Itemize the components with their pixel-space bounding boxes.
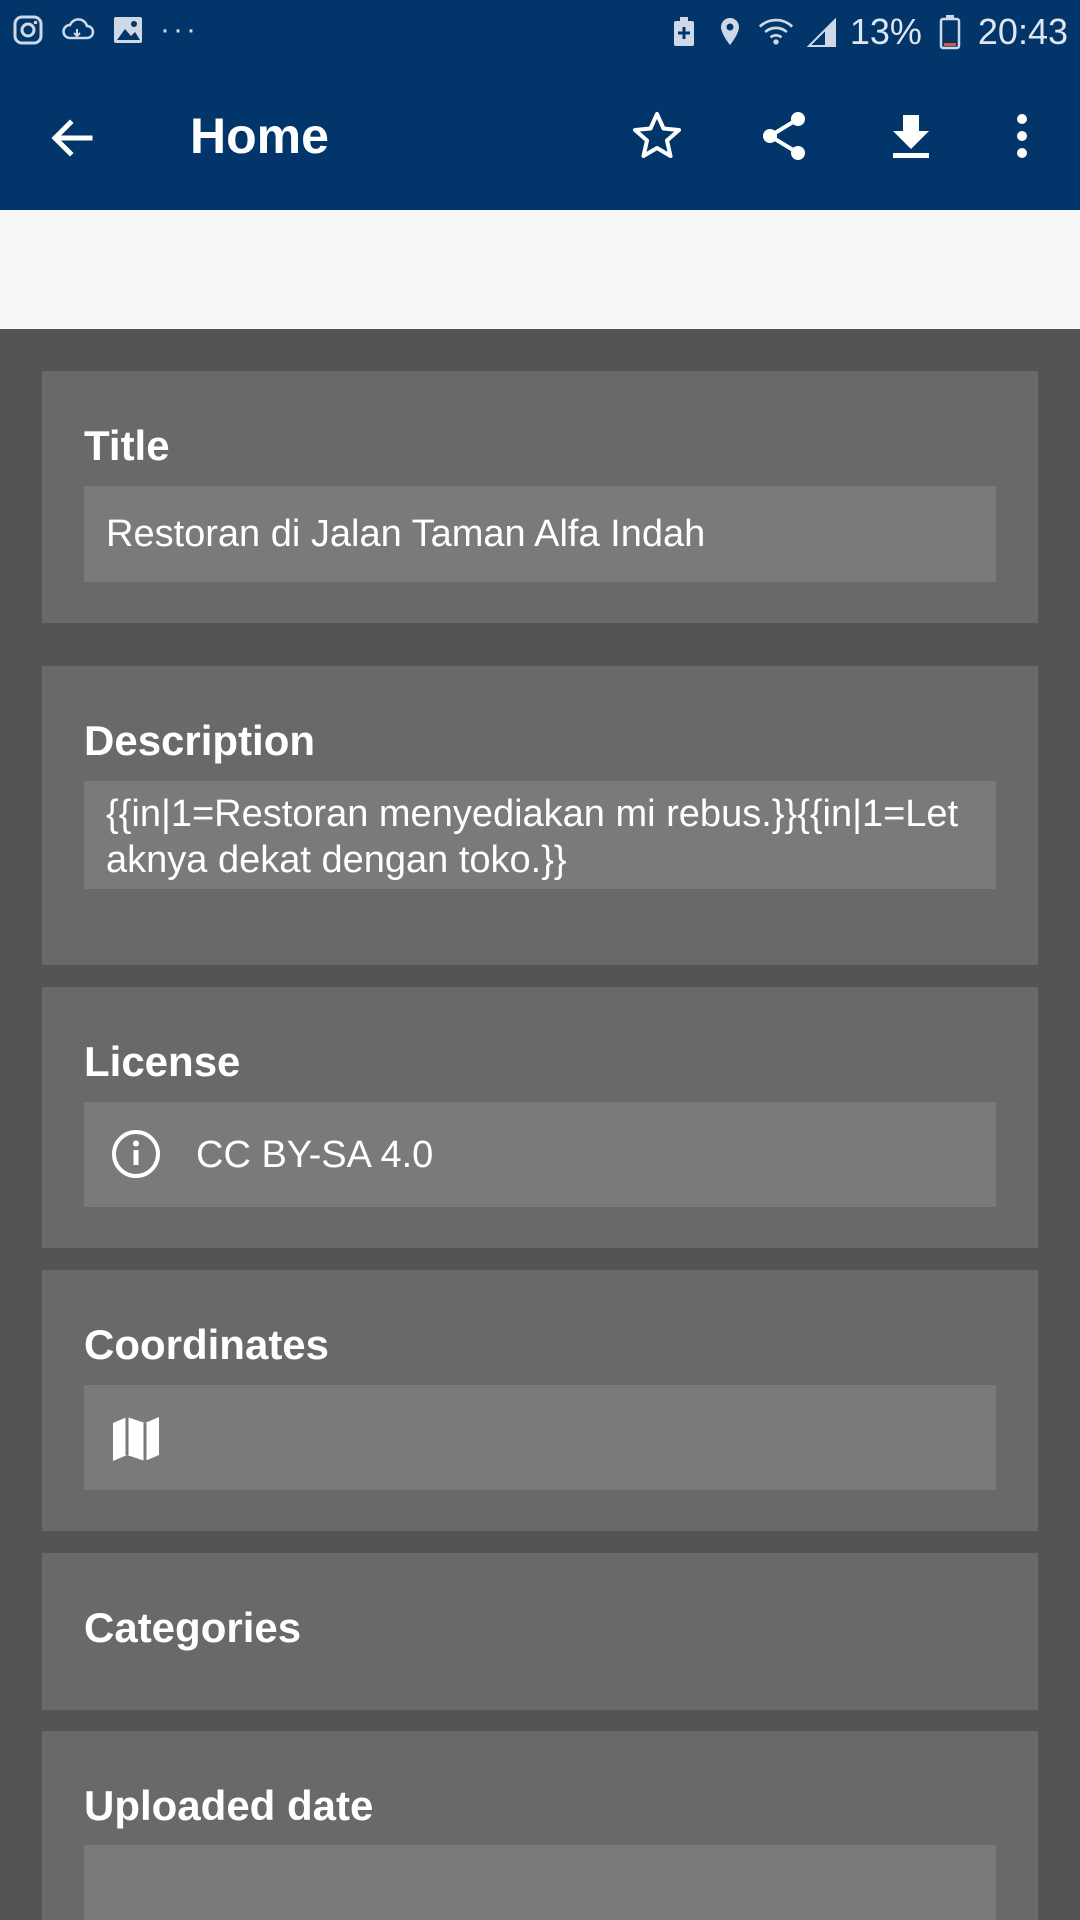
- license-value: CC BY-SA 4.0: [196, 1134, 434, 1176]
- download-icon: [893, 115, 929, 158]
- more-options-button[interactable]: [992, 106, 1052, 166]
- coordinates-card: Coordinates: [42, 1270, 1038, 1531]
- arrow-back-icon: [51, 119, 93, 157]
- share-icon: [763, 112, 805, 160]
- description-value: {{in|1=Restoran menyediakan mi rebus.}}{…: [106, 793, 959, 881]
- bookmark-button[interactable]: [627, 106, 687, 166]
- location-icon: [712, 14, 748, 50]
- uploaded-date-card: Uploaded date: [42, 1731, 1038, 1920]
- cloud-icon: [60, 12, 96, 48]
- map-icon: [108, 1411, 164, 1467]
- license-card: License CC BY-SA 4.0: [42, 987, 1038, 1248]
- license-label: License: [84, 1038, 241, 1085]
- page-title: Home: [190, 108, 329, 164]
- status-bar-left: ···: [10, 12, 199, 48]
- image-icon: [110, 12, 146, 48]
- info-icon: [108, 1126, 164, 1182]
- description-card: Description {{in|1=Restoran menyediakan …: [42, 666, 1038, 965]
- download-button[interactable]: [881, 106, 941, 166]
- title-card: Title Restoran di Jalan Taman Alfa Indah: [42, 371, 1038, 623]
- status-bar: ··· 13% 20:43: [0, 0, 1080, 64]
- media-preview-area: [0, 210, 1080, 329]
- uploaded-date-field[interactable]: [84, 1845, 996, 1920]
- title-value: Restoran di Jalan Taman Alfa Indah: [106, 513, 706, 555]
- overflow-notification-dots: ···: [160, 13, 199, 46]
- battery-percent: 13%: [849, 11, 922, 52]
- clock: 20:43: [977, 11, 1068, 52]
- more-icon: [1017, 114, 1027, 158]
- battery-icon: [932, 14, 968, 50]
- uploaded-date-label: Uploaded date: [84, 1782, 374, 1829]
- description-field[interactable]: {{in|1=Restoran menyediakan mi rebus.}}{…: [84, 781, 996, 889]
- license-field[interactable]: CC BY-SA 4.0: [84, 1102, 996, 1207]
- share-button[interactable]: [754, 106, 814, 166]
- app-bar: Home: [0, 64, 1080, 210]
- description-label: Description: [84, 717, 316, 764]
- title-field[interactable]: Restoran di Jalan Taman Alfa Indah: [84, 486, 996, 582]
- categories-label: Categories: [84, 1604, 302, 1651]
- coordinates-field[interactable]: [84, 1385, 996, 1490]
- instagram-icon: [10, 12, 46, 48]
- star-icon: [633, 112, 681, 158]
- battery-saver-icon: [666, 14, 702, 50]
- signal-icon: [804, 14, 840, 50]
- back-button[interactable]: [44, 110, 100, 166]
- coordinates-label: Coordinates: [84, 1321, 330, 1368]
- status-bar-right: 13% 20:43: [666, 10, 1068, 54]
- categories-card: Categories: [42, 1553, 1038, 1710]
- wifi-icon: [758, 14, 794, 50]
- title-label: Title: [84, 422, 170, 469]
